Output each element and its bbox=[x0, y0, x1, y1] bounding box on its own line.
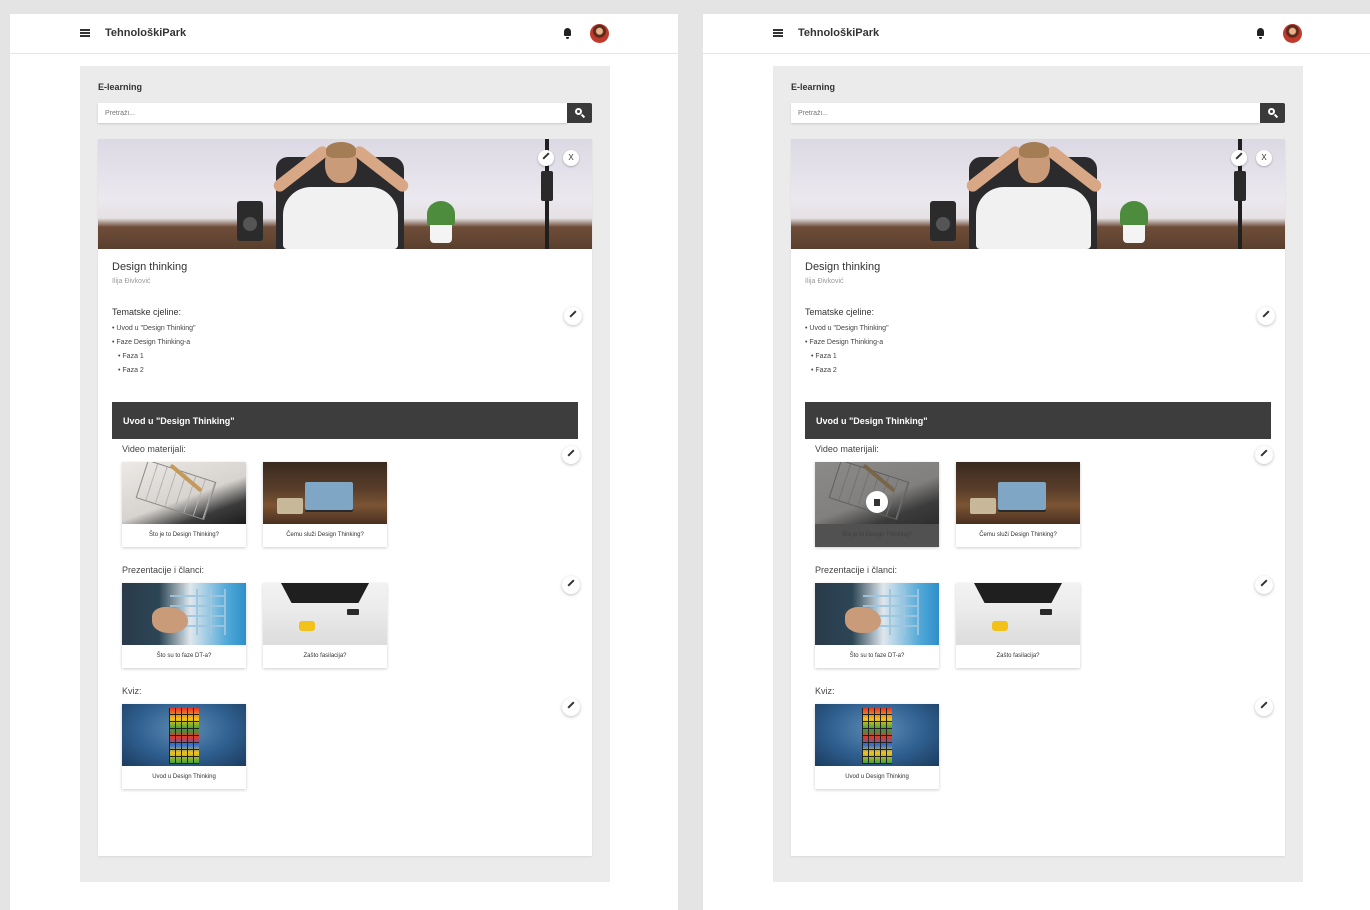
hamburger-menu-icon[interactable] bbox=[80, 29, 90, 37]
search-input[interactable] bbox=[98, 103, 567, 123]
search-input[interactable] bbox=[791, 103, 1260, 123]
quiz-caption: Uvod u Design Thinking bbox=[152, 774, 216, 780]
presentation-caption: Zašto fasilacija? bbox=[303, 653, 347, 659]
edit-presentations-button[interactable] bbox=[562, 576, 580, 594]
presentation-thumbnail bbox=[122, 583, 246, 645]
quiz-label: Kviz: bbox=[815, 686, 835, 696]
module-header[interactable]: Uvod u "Design Thinking" bbox=[112, 402, 578, 439]
presentation-tile[interactable]: Zašto fasilacija? bbox=[956, 583, 1080, 668]
quiz-tile[interactable]: Uvod u Design Thinking bbox=[122, 704, 246, 789]
presentation-thumbnail bbox=[815, 583, 939, 645]
avatar[interactable] bbox=[1283, 24, 1302, 43]
topic-item: • Faze Design Thinking-a bbox=[805, 339, 884, 346]
pencil-icon bbox=[1235, 152, 1243, 160]
pencil-icon bbox=[569, 310, 577, 318]
presentation-tile[interactable]: Što su to faze DT-a? bbox=[815, 583, 939, 668]
pencil-icon bbox=[567, 579, 575, 587]
topic-item: • Faza 1 bbox=[118, 353, 144, 360]
course-author: Ilija Đivković bbox=[112, 278, 151, 285]
video-caption: Što je to Design Thinking? bbox=[149, 532, 219, 538]
topics-heading: Tematske cjeline: bbox=[112, 307, 182, 317]
video-thumbnail bbox=[956, 462, 1080, 524]
pencil-icon bbox=[1260, 701, 1268, 709]
pencil-icon bbox=[1262, 310, 1270, 318]
course-author: Ilija Đivković bbox=[805, 278, 844, 285]
search-button[interactable] bbox=[1260, 103, 1285, 123]
video-caption: Čemu služi Design Thinking? bbox=[979, 532, 1057, 538]
video-tile-hovered[interactable]: Što je to Design Thinking? bbox=[815, 462, 939, 547]
pencil-icon bbox=[1260, 449, 1268, 457]
presentation-thumbnail bbox=[263, 583, 387, 645]
video-materials-label: Video materijali: bbox=[122, 444, 186, 454]
edit-quiz-button[interactable] bbox=[562, 698, 580, 716]
hero-close-button[interactable]: X bbox=[563, 150, 579, 166]
video-thumbnail bbox=[122, 462, 246, 524]
topic-item: • Faza 2 bbox=[811, 367, 837, 374]
video-tile[interactable]: Čemu služi Design Thinking? bbox=[956, 462, 1080, 547]
page-title: E-learning bbox=[98, 82, 143, 92]
quiz-tile[interactable]: Uvod u Design Thinking bbox=[815, 704, 939, 789]
app-bar: TehnološkiPark bbox=[10, 14, 678, 54]
quiz-caption: Uvod u Design Thinking bbox=[845, 774, 909, 780]
edit-videos-button[interactable] bbox=[562, 446, 580, 464]
app-brand[interactable]: TehnološkiPark bbox=[798, 27, 879, 39]
course-title: Design thinking bbox=[112, 261, 188, 273]
presentation-caption: Zašto fasilacija? bbox=[996, 653, 1040, 659]
presentations-label: Prezentacije i članci: bbox=[815, 565, 898, 575]
course-card: X Design thinking Ilija Đivković Tematsk… bbox=[791, 139, 1285, 856]
screen-default: TehnološkiPark E-learning X Design think… bbox=[10, 14, 678, 910]
course-card: X Design thinking Ilija Đivković Tematsk… bbox=[98, 139, 592, 856]
video-materials-label: Video materijali: bbox=[815, 444, 879, 454]
presentation-caption: Što su to faze DT-a? bbox=[849, 653, 905, 659]
presentation-tile[interactable]: Što su to faze DT-a? bbox=[122, 583, 246, 668]
hamburger-menu-icon[interactable] bbox=[773, 29, 783, 37]
topic-item: • Faza 1 bbox=[811, 353, 837, 360]
video-tile[interactable]: Čemu služi Design Thinking? bbox=[263, 462, 387, 547]
presentation-tile[interactable]: Zašto fasilacija? bbox=[263, 583, 387, 668]
topics-heading: Tematske cjeline: bbox=[805, 307, 875, 317]
edit-videos-button[interactable] bbox=[1255, 446, 1273, 464]
course-hero-image: X bbox=[98, 139, 592, 249]
quiz-thumbnail bbox=[122, 704, 246, 766]
video-tile[interactable]: Što je to Design Thinking? bbox=[122, 462, 246, 547]
course-title: Design thinking bbox=[805, 261, 881, 273]
course-hero-image: X bbox=[791, 139, 1285, 249]
quiz-label: Kviz: bbox=[122, 686, 142, 696]
pencil-icon bbox=[1260, 579, 1268, 587]
edit-quiz-button[interactable] bbox=[1255, 698, 1273, 716]
bell-icon[interactable] bbox=[563, 28, 572, 39]
presentation-caption: Što su to faze DT-a? bbox=[156, 653, 212, 659]
topic-item: • Uvod u "Design Thinking" bbox=[112, 325, 196, 332]
quiz-thumbnail bbox=[815, 704, 939, 766]
edit-topics-button[interactable] bbox=[1257, 307, 1275, 325]
video-thumbnail bbox=[263, 462, 387, 524]
topic-item: • Faze Design Thinking-a bbox=[112, 339, 191, 346]
pencil-icon bbox=[567, 701, 575, 709]
presentations-label: Prezentacije i članci: bbox=[122, 565, 205, 575]
edit-presentations-button[interactable] bbox=[1255, 576, 1273, 594]
main-container: E-learning X Design thinking Ilija Đivko… bbox=[773, 66, 1303, 882]
search-button[interactable] bbox=[567, 103, 592, 123]
topic-item: • Uvod u "Design Thinking" bbox=[805, 325, 889, 332]
play-overlay[interactable] bbox=[815, 462, 939, 547]
avatar[interactable] bbox=[590, 24, 609, 43]
screen-video-hover: TehnološkiPark E-learning X Design think… bbox=[703, 14, 1370, 910]
edit-topics-button[interactable] bbox=[564, 307, 582, 325]
app-brand[interactable]: TehnološkiPark bbox=[105, 27, 186, 39]
main-container: E-learning X Design thinking Ilija Đivko… bbox=[80, 66, 610, 882]
video-caption: Čemu služi Design Thinking? bbox=[286, 532, 364, 538]
page-title: E-learning bbox=[791, 82, 836, 92]
topic-item: • Faza 2 bbox=[118, 367, 144, 374]
pencil-icon bbox=[542, 152, 550, 160]
hero-edit-button[interactable] bbox=[538, 150, 554, 166]
hero-edit-button[interactable] bbox=[1231, 150, 1247, 166]
presentation-thumbnail bbox=[956, 583, 1080, 645]
module-title: Uvod u "Design Thinking" bbox=[123, 416, 235, 426]
pencil-icon bbox=[567, 449, 575, 457]
module-title: Uvod u "Design Thinking" bbox=[816, 416, 928, 426]
module-header[interactable]: Uvod u "Design Thinking" bbox=[805, 402, 1271, 439]
hero-close-button[interactable]: X bbox=[1256, 150, 1272, 166]
app-bar: TehnološkiPark bbox=[703, 14, 1370, 54]
bell-icon[interactable] bbox=[1256, 28, 1265, 39]
